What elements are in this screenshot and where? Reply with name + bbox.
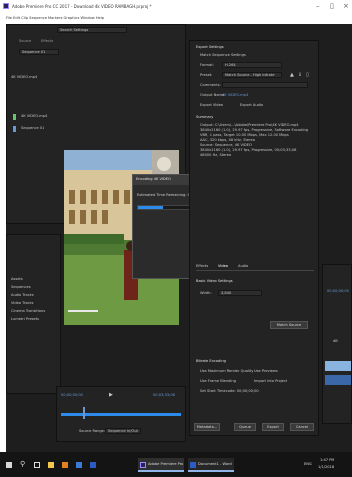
source-range-select[interactable]: Sequence In/Out: [105, 428, 141, 434]
list-item[interactable]: Cinema Transitions: [11, 309, 45, 314]
match-source-button[interactable]: Match Source: [270, 321, 308, 329]
basic-video-heading: Basic Video Settings: [196, 279, 233, 283]
save-preset-icon[interactable]: ▲: [290, 72, 294, 78]
format-select[interactable]: H.264: [222, 62, 282, 68]
export-settings-heading: Export Settings: [196, 45, 224, 49]
list-item-label: Sequence 01: [21, 126, 45, 130]
list-item[interactable]: Lumetri Presets: [11, 317, 39, 322]
list-item[interactable]: 4K VIDEO.mp4: [11, 113, 51, 121]
play-icon[interactable]: ▶: [109, 392, 113, 398]
list-item-label: 4K VIDEO.mp4: [21, 114, 48, 118]
import-project-checkbox[interactable]: Import into Project: [254, 379, 287, 384]
tab-source[interactable]: Source: [19, 39, 31, 44]
export-settings-panel: Export Settings Match Sequence Settings …: [189, 40, 319, 436]
cancel-button[interactable]: Cancel: [290, 423, 314, 431]
tab-effects[interactable]: Effects: [41, 39, 53, 44]
width-label: Width:: [200, 291, 212, 295]
timecode-start: 00;00;00;00: [61, 393, 83, 397]
windows-start-icon[interactable]: [6, 462, 12, 468]
playhead-handle[interactable]: [82, 407, 85, 419]
list-item[interactable]: Audio Tracks: [11, 293, 34, 298]
premiere-app-icon: [3, 3, 9, 9]
taskbar-app-word[interactable]: Document1 - Word: [188, 458, 234, 472]
clip-color-icon: [13, 114, 16, 120]
menu-items[interactable]: File Edit Clip Sequence Markers Graphics…: [6, 16, 104, 21]
comments-label: Comments:: [200, 83, 221, 87]
width-field[interactable]: 3,840: [218, 290, 262, 296]
clip-name-field[interactable]: Sequence 01: [19, 49, 59, 55]
list-item[interactable]: Assets: [11, 277, 23, 282]
tab-audio-settings[interactable]: Audio: [238, 264, 248, 269]
language-indicator[interactable]: ENG: [304, 462, 312, 467]
word-icon[interactable]: [90, 462, 96, 468]
right-timeline-panel: 00;00;00;00 dB: [322, 264, 352, 424]
source-range-label: Source Range:: [79, 429, 106, 433]
premiere-taskbar-icon: [140, 462, 146, 468]
list-item-label: 4K VIDEO.mp4: [11, 75, 38, 79]
summary-text: Output: C:\Users\...\Adobe\Premiere Pro\…: [200, 123, 316, 158]
clock-time[interactable]: 1:47 PM: [320, 458, 334, 463]
preset-select[interactable]: Match Source - High bitrate: [222, 72, 282, 78]
file-explorer-icon[interactable]: [48, 462, 54, 468]
clock-date[interactable]: 1/1/2018: [318, 465, 334, 470]
store-icon[interactable]: [76, 462, 82, 468]
maximize-icon[interactable]: ▯: [330, 2, 334, 10]
taskbar-app-label: Document1 - Word: [198, 462, 232, 466]
taskbar-app-label: Adobe Premiere Pro: [148, 462, 184, 466]
export-video-checkbox[interactable]: Export Video: [200, 103, 223, 108]
list-item[interactable]: Video Tracks: [11, 301, 34, 306]
timecode-end: 00;03;33;08: [153, 393, 175, 397]
bitrate-heading: Bitrate Encoding: [196, 359, 226, 363]
effects-panel: Assets Sequences Audio Tracks Video Trac…: [6, 234, 61, 394]
minimize-icon[interactable]: –: [316, 2, 320, 10]
output-name-link[interactable]: 4K VIDEO.mp4: [222, 93, 248, 98]
window-title-bar: Adobe Premiere Pro CC 2017 - Download 4k…: [0, 0, 352, 14]
progress-fill: [138, 206, 164, 209]
export-settings-workspace: Search Settings Source Effects Sequence …: [6, 24, 352, 452]
metadata-button[interactable]: Metadata...: [194, 423, 220, 431]
tab-video-settings[interactable]: Video: [218, 264, 228, 269]
import-preset-icon[interactable]: ⇓: [298, 72, 302, 78]
audio-clip-block[interactable]: [325, 375, 351, 385]
word-taskbar-icon: [190, 462, 196, 468]
window-title: Adobe Premiere Pro CC 2017 - Download 4k…: [12, 4, 152, 9]
queue-button[interactable]: Queue: [234, 423, 256, 431]
settings-tabs: Effects Video Audio: [196, 263, 314, 271]
timeline-bar[interactable]: [61, 413, 181, 416]
sequence-color-icon: [13, 126, 16, 132]
taskbar: ⚲ Adobe Premiere Pro Document1 - Word EN…: [0, 452, 352, 477]
meter-label: dB: [333, 339, 338, 343]
format-label: Format:: [200, 63, 214, 67]
dialog-title: Encoding 4K VIDEO: [136, 177, 171, 181]
source-timeline-panel: 00;00;00;00 ▶ 00;03;33;08 Source Range: …: [56, 386, 186, 442]
right-timecode: 00;00;00;00: [327, 289, 349, 293]
task-view-icon[interactable]: [34, 462, 40, 468]
menu-bar: File Edit Clip Sequence Markers Graphics…: [0, 14, 352, 24]
summary-line: 48000 Hz, Stereo: [200, 153, 232, 157]
list-item[interactable]: 4K VIDEO.mp4: [11, 75, 51, 81]
start-timecode-field[interactable]: Set Start Timecode: 00;00;00;00: [200, 389, 259, 394]
close-icon[interactable]: ×: [343, 2, 349, 10]
list-item[interactable]: Sequence 01: [11, 125, 51, 133]
match-sequence-checkbox[interactable]: Match Sequence Settings: [200, 53, 246, 58]
use-previews-checkbox[interactable]: Use Previews: [254, 369, 278, 374]
search-settings-input[interactable]: Search Settings: [57, 27, 127, 33]
summary-heading: Summary: [196, 115, 214, 119]
browser-icon[interactable]: [62, 462, 68, 468]
delete-preset-icon[interactable]: ▯: [306, 72, 309, 78]
export-button[interactable]: Export: [262, 423, 284, 431]
frame-blending-checkbox[interactable]: Use Frame Blending: [200, 379, 236, 384]
video-clip-block[interactable]: [325, 361, 351, 371]
search-icon[interactable]: ⚲: [20, 460, 25, 468]
tab-effects-settings[interactable]: Effects: [196, 264, 208, 269]
preset-label: Preset:: [200, 73, 213, 77]
export-audio-checkbox[interactable]: Export Audio: [240, 103, 263, 108]
list-item[interactable]: Sequences: [11, 285, 31, 290]
comments-input[interactable]: [222, 82, 308, 88]
max-render-quality-checkbox[interactable]: Use Maximum Render Quality: [200, 369, 253, 374]
taskbar-app-premiere[interactable]: Adobe Premiere Pro: [138, 458, 184, 472]
